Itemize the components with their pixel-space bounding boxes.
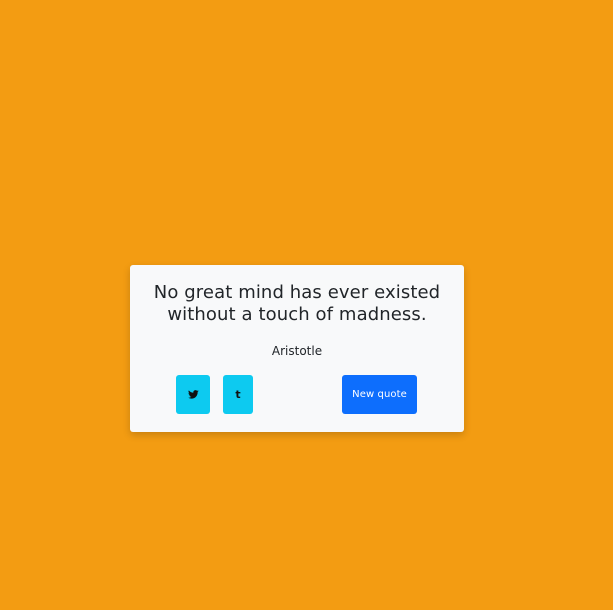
tweet-quote-button[interactable] bbox=[176, 375, 210, 414]
new-quote-label: New quote bbox=[352, 389, 407, 400]
twitter-icon bbox=[187, 390, 199, 399]
page-background: { "page": { "background_color": "#f39c12… bbox=[0, 0, 613, 610]
quote-text: No great mind has ever existed without a… bbox=[153, 282, 441, 325]
new-quote-button[interactable]: New quote bbox=[342, 375, 417, 414]
quote-author: Aristotle bbox=[271, 344, 323, 358]
quote-card: No great mind has ever existed without a… bbox=[130, 265, 464, 432]
tumblr-icon: t bbox=[235, 388, 241, 401]
tumblr-share-button[interactable]: t bbox=[223, 375, 253, 414]
